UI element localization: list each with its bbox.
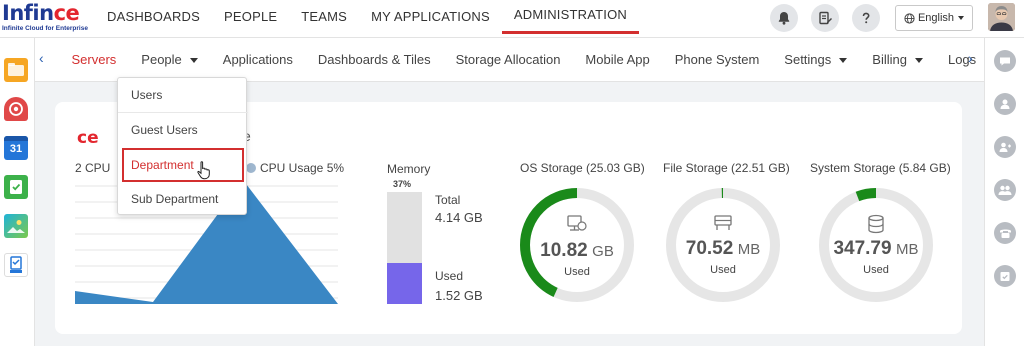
phone-icon[interactable] (994, 222, 1016, 244)
right-sidebar (984, 38, 1024, 346)
subnav-people-label: People (141, 52, 182, 67)
calendar-check-icon[interactable] (994, 265, 1016, 287)
server-icon (567, 215, 587, 231)
system-storage-title: System Storage (5.84 GB) (810, 161, 951, 175)
topnav-dashboards[interactable]: DASHBOARDS (95, 0, 212, 34)
files-icon (714, 215, 732, 230)
memory-total-label: Total (435, 193, 461, 207)
subnav-servers[interactable]: Servers (59, 38, 129, 82)
os-storage-unit: GB (592, 243, 614, 260)
notes-button[interactable] (811, 4, 839, 32)
file-storage-value: 70.52 (685, 238, 734, 259)
subnav-people[interactable]: People (129, 38, 210, 82)
caret-down-icon (914, 58, 923, 64)
folder-app-icon[interactable] (4, 58, 28, 82)
topnav-my-applications[interactable]: MY APPLICATIONS (359, 0, 502, 34)
file-storage-sub: Used (710, 264, 736, 276)
system-storage-unit: MB (896, 241, 919, 258)
file-storage-unit: MB (737, 241, 761, 258)
subnav-settings[interactable]: Settings (772, 38, 860, 82)
subnav-billing[interactable]: Billing (860, 38, 936, 82)
menu-item-users[interactable]: Users (118, 78, 248, 112)
topnav-people[interactable]: PEOPLE (212, 0, 289, 34)
top-bar: Infince Infinite Cloud for Enterprise DA… (0, 0, 1024, 38)
topnav-teams[interactable]: TEAMS (289, 0, 359, 34)
calendar-day-label: 31 (9, 143, 23, 155)
scroll-right-icon[interactable]: › (968, 50, 973, 66)
memory-percent-label: 37% (393, 179, 412, 189)
subnav-mobile-app[interactable]: Mobile App (573, 38, 662, 82)
os-storage-gauge: 10.82 GB Used (518, 186, 636, 304)
os-storage-sub: Used (564, 266, 590, 278)
memory-used-value: 1.52 GB (435, 288, 483, 303)
cpu-usage-legend: CPU Usage 5% (260, 161, 345, 175)
database-icon (868, 214, 884, 234)
caret-down-icon (189, 58, 198, 64)
chat-bubble-icon[interactable] (994, 50, 1016, 72)
people-dropdown-menu: Users Guest Users Department Sub Departm… (117, 77, 248, 216)
file-storage-gauge: 70.52 MB Used (664, 186, 782, 304)
subnav-settings-label: Settings (784, 52, 832, 67)
subnav-applications[interactable]: Applications (210, 38, 305, 82)
docs-app-icon[interactable] (4, 253, 28, 277)
memory-usage-bar (387, 192, 422, 304)
memory-used-label: Used (435, 269, 464, 283)
edit-note-icon (819, 11, 832, 25)
caret-down-icon (839, 58, 848, 64)
help-button[interactable] (852, 4, 880, 32)
language-label: English (917, 12, 955, 24)
photos-app-icon[interactable] (4, 214, 28, 238)
calendar-app-icon[interactable]: 31 (4, 136, 28, 160)
user-share-icon[interactable] (994, 136, 1016, 158)
logo-text-part1: Infin (2, 1, 54, 25)
admin-subnav: ‹ Servers People Applications Dashboards… (35, 38, 984, 82)
topnav-administration[interactable]: ADMINISTRATION (501, 0, 639, 34)
top-nav: DASHBOARDS PEOPLE TEAMS MY APPLICATIONS … (95, 0, 639, 34)
user-avatar[interactable] (988, 3, 1015, 31)
subnav-storage-allocation[interactable]: Storage Allocation (443, 38, 573, 82)
department-highlight-box (122, 148, 244, 182)
subnav-phone-system[interactable]: Phone System (662, 38, 772, 82)
users-group-icon[interactable] (994, 179, 1016, 201)
memory-total-value: 4.14 GB (435, 210, 483, 225)
system-storage-sub: Used (863, 264, 889, 276)
memory-used-fill (387, 263, 422, 304)
subnav-billing-label: Billing (872, 52, 907, 67)
tasks-app-icon[interactable] (4, 175, 28, 199)
os-storage-title: OS Storage (25.03 GB) (520, 161, 645, 175)
bell-icon (778, 12, 790, 25)
question-icon (862, 12, 870, 24)
system-storage-gauge: 347.79 MB Used (817, 186, 935, 304)
mail-app-icon[interactable] (4, 97, 28, 121)
scroll-left-icon[interactable]: ‹ (39, 50, 44, 66)
memory-title: Memory (387, 162, 431, 176)
subnav-dashboards-tiles[interactable]: Dashboards & Tiles (305, 38, 443, 82)
subnav-logs[interactable]: Logs (935, 38, 988, 82)
app-sidebar: 31 (0, 38, 35, 346)
language-select[interactable]: English (895, 5, 973, 31)
user-photo (988, 3, 1015, 31)
os-storage-value: 10.82 (540, 240, 588, 261)
caret-down-icon (958, 16, 965, 20)
cpu-count-label: 2 CPU (75, 161, 111, 175)
globe-icon (904, 12, 915, 24)
system-storage-value: 347.79 (833, 238, 892, 259)
user-icon[interactable] (994, 93, 1016, 115)
card-brand-logo: ce (77, 128, 99, 148)
notifications-button[interactable] (770, 4, 798, 32)
infince-logo[interactable]: Infince Infinite Cloud for Enterprise (2, 1, 88, 36)
logo-text-part2: ce (53, 1, 80, 25)
menu-item-guest-users[interactable]: Guest Users (118, 113, 248, 147)
menu-item-sub-department[interactable]: Sub Department (118, 182, 248, 216)
logo-tagline: Infinite Cloud for Enterprise (2, 25, 88, 32)
hand-pointer-icon (197, 161, 210, 180)
file-storage-title: File Storage (22.51 GB) (663, 161, 790, 175)
